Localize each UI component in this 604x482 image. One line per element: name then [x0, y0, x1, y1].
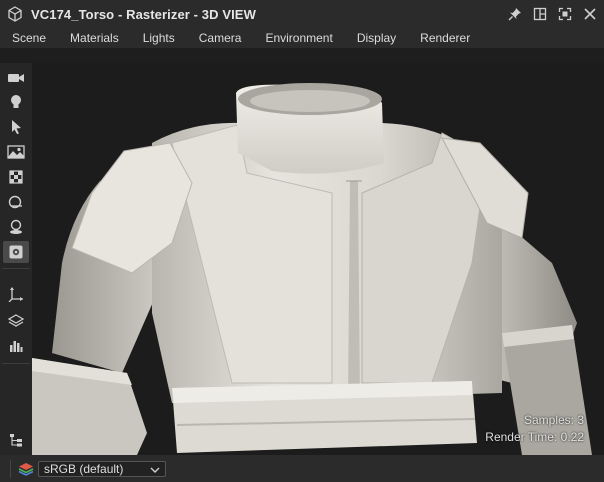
menu-scene[interactable]: Scene — [0, 31, 58, 45]
maximize-icon[interactable] — [556, 5, 573, 22]
axis-gizmo-icon[interactable] — [3, 283, 29, 305]
tone-mapping-icon[interactable] — [3, 166, 29, 188]
menu-renderer[interactable]: Renderer — [408, 31, 482, 45]
color-space-select[interactable]: sRGB (default) — [38, 460, 166, 477]
color-layers-icon[interactable] — [18, 461, 34, 477]
camera-icon[interactable] — [3, 67, 29, 89]
toolbar-divider — [2, 363, 30, 364]
chevron-down-icon — [150, 462, 160, 476]
toolbar-gap — [0, 48, 604, 63]
layers-icon[interactable] — [3, 310, 29, 332]
torso-model — [32, 83, 592, 455]
environment-map-icon[interactable] — [3, 141, 29, 163]
split-view-icon[interactable] — [531, 5, 548, 22]
window-title: VC174_Torso - Rasterizer - 3D VIEW — [31, 6, 256, 22]
samples-readout: Samples: 3 — [523, 413, 584, 427]
app-cube-icon — [7, 6, 23, 22]
title-bar: VC174_Torso - Rasterizer - 3D VIEW — [0, 0, 604, 28]
menu-camera[interactable]: Camera — [187, 31, 254, 45]
menu-materials[interactable]: Materials — [58, 31, 131, 45]
material-sphere-icon[interactable] — [3, 191, 29, 213]
menu-environment[interactable]: Environment — [253, 31, 344, 45]
color-space-value: sRGB (default) — [44, 461, 124, 476]
status-divider — [10, 459, 11, 478]
toolbar-divider — [2, 268, 30, 269]
pin-icon[interactable] — [506, 5, 523, 22]
menu-bar: Scene Materials Lights Camera Environmen… — [0, 28, 604, 48]
render-time-readout: Render Time: 0.22 — [485, 430, 584, 444]
shadow-light-icon[interactable] — [3, 216, 29, 238]
light-bulb-icon[interactable] — [3, 91, 29, 113]
settings-icon[interactable] — [3, 241, 29, 263]
hierarchy-icon[interactable] — [3, 429, 29, 451]
select-arrow-icon[interactable] — [3, 116, 29, 138]
left-toolbar — [0, 63, 32, 455]
menu-display[interactable]: Display — [345, 31, 408, 45]
menu-lights[interactable]: Lights — [131, 31, 187, 45]
status-bar: sRGB (default) — [0, 455, 604, 482]
3d-viewport[interactable]: Samples: 3 Render Time: 0.22 — [32, 63, 604, 455]
close-icon[interactable] — [581, 5, 598, 22]
histogram-icon[interactable] — [3, 335, 29, 357]
